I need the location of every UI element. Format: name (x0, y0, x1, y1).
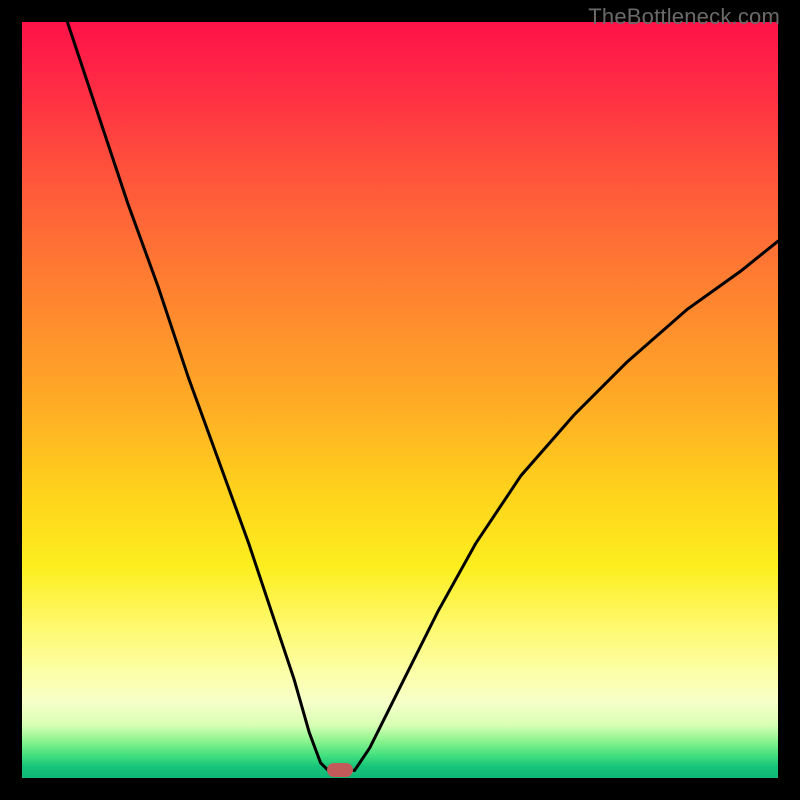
minimum-marker (327, 763, 353, 777)
watermark-text: TheBottleneck.com (588, 4, 780, 30)
bottleneck-curve (22, 22, 778, 778)
plot-area (22, 22, 778, 778)
chart-frame: TheBottleneck.com (0, 0, 800, 800)
